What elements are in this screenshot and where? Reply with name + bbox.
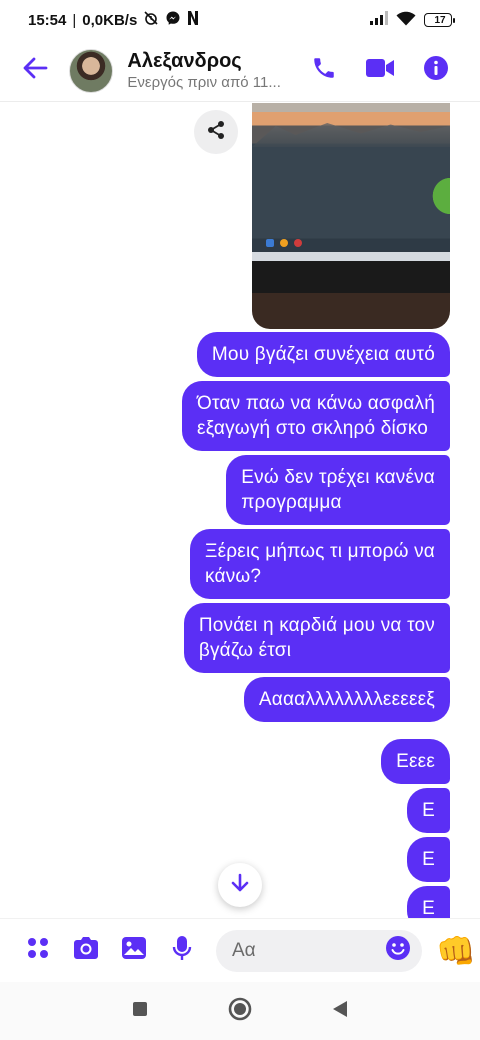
contact-info[interactable]: Αλεξανδρος Ενεργός πριν από 11...: [127, 49, 296, 93]
scroll-down-arrow-icon: [231, 873, 249, 898]
photo-attachment[interactable]: [252, 103, 450, 329]
contact-name: Αλεξανδρος: [127, 49, 242, 72]
photo-taskbar: [266, 239, 326, 249]
back-nav-button[interactable]: [290, 982, 390, 1040]
message-composer: 👊: [0, 918, 480, 982]
message-bubble[interactable]: Εεεε: [381, 739, 450, 784]
message-input[interactable]: [232, 939, 384, 962]
gallery-button[interactable]: [110, 927, 158, 975]
share-button[interactable]: [194, 110, 238, 154]
contact-status: Ενεργός πριν από 11...: [127, 73, 281, 91]
gallery-icon: [121, 936, 147, 965]
message-bubble[interactable]: Ξέρεις μήπως τι μπορώ να κάνω?: [190, 529, 450, 599]
back-button[interactable]: [0, 40, 69, 102]
video-camera-icon: [365, 57, 395, 84]
quick-reaction-button[interactable]: 👊: [432, 927, 480, 975]
message-input-container[interactable]: [216, 929, 422, 972]
status-separator: |: [72, 11, 77, 29]
photo-landscape: [252, 123, 450, 147]
share-icon: [206, 120, 226, 145]
photo-plant: [428, 173, 450, 219]
camera-button[interactable]: [62, 927, 110, 975]
phone-icon: [311, 55, 337, 86]
status-right: 17: [370, 11, 455, 30]
message-bubble[interactable]: Ε: [407, 837, 450, 882]
info-icon: [423, 55, 449, 86]
message-thread[interactable]: Μου βγάζει συνέχεια αυτό Όταν παω να κάν…: [0, 103, 480, 918]
alarm-off-icon: [143, 10, 159, 30]
header-actions: [296, 47, 480, 95]
messenger-notification-icon: [165, 10, 181, 30]
battery-icon: 17: [424, 13, 455, 27]
messenger-chat-screen: 15:54 | 0,0KB/s 17 Αλεξανδρος Ενεργός πρ…: [0, 0, 480, 1040]
contact-avatar[interactable]: [69, 48, 114, 93]
status-time: 15:54: [28, 11, 67, 29]
battery-level: 17: [434, 14, 446, 26]
home-circle-icon: [228, 997, 252, 1026]
network-speed: 0,0KB/s: [82, 11, 138, 29]
home-button[interactable]: [190, 982, 290, 1040]
message-bubble[interactable]: Ε: [407, 788, 450, 833]
message-bubble[interactable]: Μου βγάζει συνέχεια αυτό: [196, 332, 450, 377]
apps-grid-icon: [26, 936, 50, 965]
video-call-button[interactable]: [352, 47, 408, 95]
system-navigation-bar: [0, 982, 480, 1040]
scroll-to-bottom-button[interactable]: [218, 863, 262, 907]
recents-square-icon: [132, 1001, 148, 1022]
wifi-icon: [396, 11, 416, 30]
emoji-button[interactable]: [384, 935, 412, 966]
more-actions-button[interactable]: [14, 927, 62, 975]
recents-button[interactable]: [90, 982, 190, 1040]
voice-call-button[interactable]: [296, 47, 352, 95]
back-triangle-icon: [332, 1000, 348, 1023]
conversation-info-button[interactable]: [408, 47, 464, 95]
message-bubble[interactable]: Όταν παω να κάνω ασφαλή εξαγωγή στο σκλη…: [182, 381, 450, 451]
microphone-icon: [172, 935, 192, 966]
message-bubble[interactable]: Πονάει η καρδιά μου να τον βγάζω έτσι: [183, 603, 450, 673]
status-left: 15:54 | 0,0KB/s: [28, 10, 199, 30]
status-bar: 15:54 | 0,0KB/s 17: [0, 0, 480, 40]
netflix-notification-icon: [187, 10, 199, 30]
voice-message-button[interactable]: [158, 927, 206, 975]
conversation-header: Αλεξανδρος Ενεργός πριν από 11...: [0, 40, 480, 102]
camera-icon: [72, 936, 100, 965]
signal-icon: [370, 11, 388, 29]
emoji-icon: [385, 935, 411, 966]
message-bubble[interactable]: Ααααλλλλλλλλεεεεεξ: [243, 677, 450, 722]
message-bubble[interactable]: Ενώ δεν τρέχει κανένα προγραμμα: [226, 455, 450, 525]
message-bubble[interactable]: Ε: [407, 886, 450, 918]
fist-bump-icon: 👊: [436, 932, 476, 969]
back-arrow-icon: [22, 57, 48, 84]
